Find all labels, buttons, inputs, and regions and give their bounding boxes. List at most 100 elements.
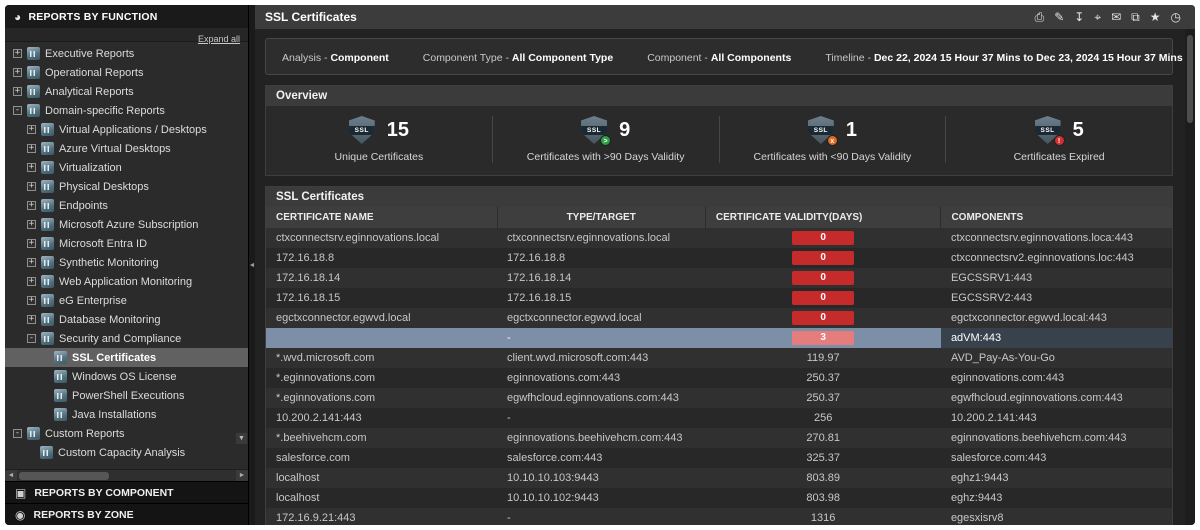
- tree-toggle-icon[interactable]: +: [27, 163, 36, 172]
- tree-item[interactable]: + Operational Reports: [5, 63, 248, 82]
- tree-item[interactable]: + Synthetic Monitoring: [5, 253, 248, 272]
- cell-components: egesxisrv8: [941, 508, 1172, 525]
- main-scrollbar-thumb[interactable]: [1187, 35, 1193, 123]
- scroll-left-button[interactable]: ◄: [5, 470, 17, 482]
- export-report-icon[interactable]: ⎙: [1035, 11, 1045, 23]
- cell-type-target: client.wvd.microsoft.com:443: [497, 348, 705, 368]
- tree-item[interactable]: + Microsoft Entra ID: [5, 234, 248, 253]
- sidebar-section[interactable]: ▣ REPORTS BY COMPONENT: [5, 481, 248, 503]
- table-row[interactable]: localhost 10.10.10.102:9443 803.98 eghz:…: [266, 488, 1172, 508]
- cell-validity: 119.97: [705, 348, 941, 368]
- tree-item[interactable]: + Analytical Reports: [5, 82, 248, 101]
- table-row[interactable]: egctxconnector.egwvd.local egctxconnecto…: [266, 308, 1172, 328]
- filter-item[interactable]: Component - All Components: [647, 48, 791, 66]
- main-vertical-scrollbar[interactable]: [1185, 29, 1195, 525]
- table-row[interactable]: *.beehivehcm.com eginnovations.beehivehc…: [266, 428, 1172, 448]
- cell-certificate-name: 172.16.18.8: [266, 248, 497, 268]
- tree-item[interactable]: + Virtual Applications / Desktops: [5, 120, 248, 139]
- edit-report-icon[interactable]: ✎: [1054, 11, 1064, 23]
- table-row[interactable]: *.eginnovations.com eginnovations.com:44…: [266, 368, 1172, 388]
- tree-toggle-icon[interactable]: +: [13, 87, 22, 96]
- tree-toggle-icon[interactable]: +: [27, 277, 36, 286]
- tree-toggle-icon[interactable]: +: [27, 182, 36, 191]
- tree-item[interactable]: - Security and Compliance: [5, 329, 248, 348]
- table-row[interactable]: 172.16.18.15 172.16.18.15 0 EGCSSRV2:443: [266, 288, 1172, 308]
- tree-toggle-icon[interactable]: +: [13, 68, 22, 77]
- shield-badge: !: [1054, 135, 1065, 146]
- scrollbar-track[interactable]: [17, 470, 236, 482]
- cell-validity: 325.37: [705, 448, 941, 468]
- cell-validity: 0: [705, 308, 941, 328]
- tree-item[interactable]: + Microsoft Azure Subscription: [5, 215, 248, 234]
- tree-toggle-icon[interactable]: -: [13, 429, 22, 438]
- column-header[interactable]: TYPE/TARGET: [497, 207, 705, 228]
- table-row[interactable]: salesforce.com salesforce.com:443 325.37…: [266, 448, 1172, 468]
- tree-item[interactable]: + Virtualization: [5, 158, 248, 177]
- tree-item[interactable]: - Custom Reports: [5, 424, 248, 443]
- shield-ssl-label: SSL: [349, 126, 375, 135]
- tree-item[interactable]: + Azure Virtual Desktops: [5, 139, 248, 158]
- download-report-icon[interactable]: ↧: [1074, 11, 1084, 23]
- favorite-icon[interactable]: ★: [1150, 11, 1161, 23]
- table-row[interactable]: localhost 10.10.10.103:9443 803.89 eghz1…: [266, 468, 1172, 488]
- filter-item[interactable]: Timeline - Dec 22, 2024 15 Hour 37 Mins …: [825, 48, 1182, 66]
- schedule-icon[interactable]: ◷: [1171, 11, 1181, 23]
- tree-item[interactable]: - Domain-specific Reports: [5, 101, 248, 120]
- tree-item[interactable]: + Endpoints: [5, 196, 248, 215]
- column-header[interactable]: COMPONENTS: [941, 207, 1172, 228]
- tree-toggle-icon[interactable]: +: [13, 49, 22, 58]
- scroll-right-button[interactable]: ►: [236, 470, 248, 482]
- tree-item[interactable]: Custom Capacity Analysis: [5, 443, 248, 462]
- cell-type-target: -: [497, 408, 705, 428]
- tree-toggle-icon[interactable]: +: [27, 125, 36, 134]
- tree-toggle-icon[interactable]: +: [27, 258, 36, 267]
- tree-item[interactable]: + Executive Reports: [5, 44, 248, 63]
- tree-toggle-icon[interactable]: +: [27, 220, 36, 229]
- filter-value: All Components: [711, 52, 792, 64]
- table-row[interactable]: ctxconnectsrv.eginnovations.local ctxcon…: [266, 228, 1172, 248]
- tree-toggle-icon[interactable]: -: [27, 334, 36, 343]
- table-row[interactable]: *.wvd.microsoft.com client.wvd.microsoft…: [266, 348, 1172, 368]
- tree-item-label: Custom Capacity Analysis: [58, 447, 185, 459]
- ssl-shield-icon: SSL: [349, 116, 375, 144]
- shield-shape: SSL: [349, 116, 375, 144]
- tree-toggle-icon[interactable]: +: [27, 144, 36, 153]
- tree-item[interactable]: + Web Application Monitoring: [5, 272, 248, 291]
- tree-toggle-icon[interactable]: +: [27, 201, 36, 210]
- tree-toggle-icon[interactable]: +: [27, 315, 36, 324]
- cell-certificate-name: *.beehivehcm.com: [266, 428, 497, 448]
- tree-toggle-icon[interactable]: +: [27, 239, 36, 248]
- table-row[interactable]: 172.16.18.8 172.16.18.8 0 ctxconnectsrv2…: [266, 248, 1172, 268]
- filter-item[interactable]: Analysis - Component: [282, 48, 389, 66]
- card-top: SSL 15: [349, 116, 409, 144]
- email-report-icon[interactable]: ✉: [1111, 11, 1121, 23]
- cell-components: eghz:9443: [941, 488, 1172, 508]
- cell-type-target: 172.16.18.8: [497, 248, 705, 268]
- filter-item[interactable]: Component Type - All Component Type: [423, 48, 613, 66]
- tree-item[interactable]: + Database Monitoring: [5, 310, 248, 329]
- table-row[interactable]: 172.16.18.14 172.16.18.14 0 EGCSSRV1:443: [266, 268, 1172, 288]
- table-row[interactable]: *.eginnovations.com egwfhcloud.eginnovat…: [266, 388, 1172, 408]
- table-row[interactable]: 172.16.9.21:443 - 1316 egesxisrv8: [266, 508, 1172, 525]
- tree-toggle-icon[interactable]: +: [27, 296, 36, 305]
- table-row[interactable]: 10.200.2.141:443 - 256 10.200.2.141:443: [266, 408, 1172, 428]
- tree-item[interactable]: PowerShell Executions: [5, 386, 248, 405]
- tree-item[interactable]: SSL Certificates: [5, 348, 248, 367]
- report-icon: [41, 123, 54, 136]
- tree-scroll-down-button[interactable]: ▼: [236, 433, 247, 444]
- column-header[interactable]: CERTIFICATE NAME: [266, 207, 497, 228]
- cell-validity: 1316: [705, 508, 941, 525]
- tree-item[interactable]: Windows OS License: [5, 367, 248, 386]
- copy-report-icon[interactable]: ⧉: [1131, 11, 1140, 23]
- search-report-icon[interactable]: ⌖: [1094, 11, 1101, 23]
- column-header[interactable]: CERTIFICATE VALIDITY(DAYS): [705, 207, 941, 228]
- scrollbar-thumb[interactable]: [19, 472, 109, 480]
- table-row[interactable]: - 3 adVM:443: [266, 328, 1172, 348]
- sidebar-section[interactable]: ◉ REPORTS BY ZONE: [5, 503, 248, 525]
- tree-item[interactable]: Java Installations: [5, 405, 248, 424]
- tree-toggle-icon[interactable]: -: [13, 106, 22, 115]
- tree-item[interactable]: + Physical Desktops: [5, 177, 248, 196]
- sidebar-collapse-handle[interactable]: ◄: [248, 5, 255, 525]
- reports-pie-icon: ◕: [14, 11, 21, 23]
- tree-item[interactable]: + eG Enterprise: [5, 291, 248, 310]
